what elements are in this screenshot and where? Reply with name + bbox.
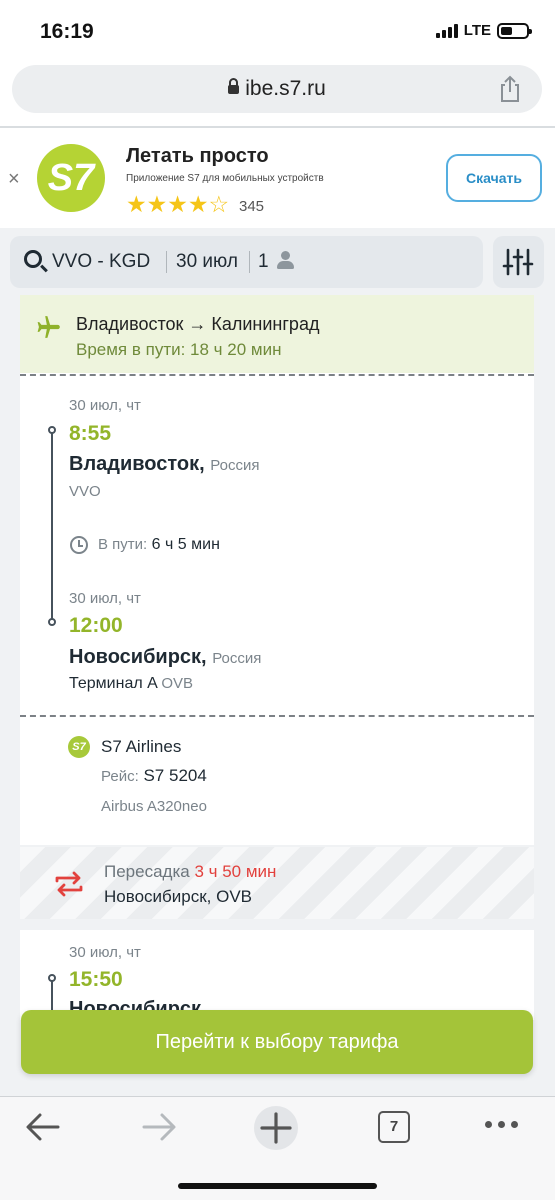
transfer-label: Пересадка 3 ч 50 мин [104,862,277,881]
transfer-place: Новосибирск, OVB [104,887,252,906]
separator [166,251,167,273]
address-bar[interactable]: ibe.s7.ru [12,65,542,113]
departure-country: Россия [210,457,260,474]
search-route: VVO - KGD [52,251,151,272]
divider [20,715,534,717]
departure-code: VVO [69,483,101,500]
flight-number: Рейс: S7 5204 [101,766,207,785]
back-icon[interactable] [24,1109,62,1145]
airline-name: S7 Airlines [101,737,182,756]
s7-logo: S7 [37,144,105,212]
network-label: LTE [463,22,491,39]
timeline-dot [48,974,56,982]
departure-date: 30 июл, чт [69,944,141,961]
arrival-city: Новосибирск, Россия [69,646,262,668]
arrival-country: Россия [212,650,262,667]
page: 16:19 LTE ibe.s7.ru × S7 Летать просто П… [0,0,555,1200]
filter-button[interactable] [493,236,544,288]
itinerary-header: Владивосток → Калининград Время в пути: … [20,295,534,373]
share-icon[interactable] [498,75,522,103]
timeline-dot [48,618,56,626]
select-fare-button[interactable]: Перейти к выбору тарифа [21,1010,533,1074]
battery-icon [497,22,532,39]
app-subtitle: Приложение S7 для мобильных устройств [126,173,324,184]
search-summary[interactable]: VVO - KGD 30 июл 1 [10,236,483,288]
segment-card: 30 июл, чт 15:50 Новосибирск, [20,930,534,1020]
app-title: Летать просто [126,145,269,167]
signal-icon [435,23,458,38]
tabs-button[interactable]: 7 [378,1111,410,1143]
itinerary-card: Владивосток → Калининград Время в пути: … [20,295,534,845]
departure-date: 30 июл, чт [69,397,141,414]
departure-time: 8:55 [69,422,112,445]
new-tab-icon[interactable] [253,1105,299,1151]
transfer-duration: 3 ч 50 мин [194,862,277,881]
search-icon [24,250,42,268]
search-passengers: 1 [258,251,269,272]
home-indicator [178,1183,377,1189]
person-icon [276,250,296,272]
lock-icon [228,78,240,94]
url-text: ibe.s7.ru [245,77,326,100]
download-button[interactable]: Скачать [446,154,542,202]
arrival-time: 12:00 [69,614,123,637]
airplane-icon [37,316,60,338]
arrival-terminal: Терминал A OVB [69,675,194,692]
aircraft-type: Airbus A320neo [101,798,207,815]
departure-time: 15:50 [69,968,123,991]
transfer-block: Пересадка 3 ч 50 мин Новосибирск, OVB [20,847,534,919]
forward-icon[interactable] [140,1109,178,1145]
departure-city: Владивосток, Россия [69,453,260,475]
more-icon[interactable] [485,1121,518,1128]
clock-icon [70,536,88,554]
transit-time: В пути: 6 ч 5 мин [98,536,220,553]
search-date: 30 июл [176,251,238,272]
status-time: 16:19 [40,20,94,43]
rating-count: 345 [239,198,265,215]
rating-stars: ★★★★☆ [126,191,230,217]
itinerary-title: Владивосток → Калининград [76,314,320,334]
timeline-line [51,430,53,622]
sliders-icon [502,248,534,276]
timeline-dot [48,426,56,434]
arrival-date: 30 июл, чт [69,590,141,607]
airline-logo-icon: S7 [68,736,90,758]
divider [20,374,534,376]
close-banner-button[interactable]: × [8,168,20,191]
separator [249,251,250,273]
itinerary-duration: Время в пути: 18 ч 20 мин [76,340,282,359]
status-bar: 16:19 LTE [0,0,555,64]
transfer-icon [55,871,83,897]
